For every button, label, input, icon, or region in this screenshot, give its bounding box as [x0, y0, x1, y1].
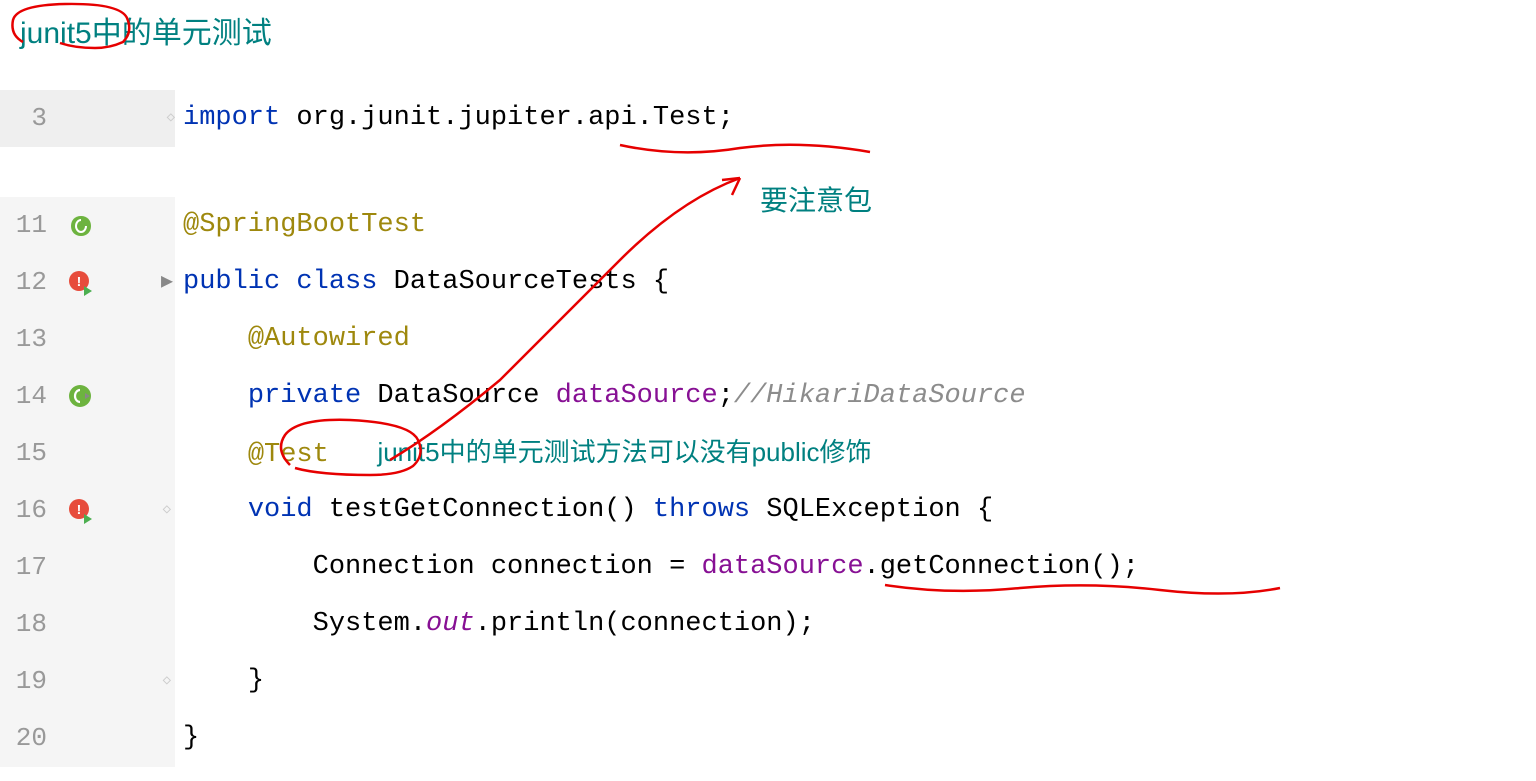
- code-text: .println(connection);: [475, 609, 815, 639]
- code-content[interactable]: System.out.println(connection);: [175, 596, 815, 653]
- method-name: testGetConnection(): [313, 495, 653, 525]
- gutter[interactable]: 17: [0, 539, 175, 596]
- class-name: Test: [653, 103, 718, 133]
- line-number: 18: [0, 596, 55, 653]
- brace: }: [248, 666, 264, 696]
- gutter[interactable]: 16 ! ◇: [0, 482, 175, 539]
- run-marker-icon[interactable]: ▶: [161, 254, 173, 311]
- code-line-11[interactable]: 11 @SpringBootTest: [0, 197, 1536, 254]
- gutter[interactable]: 12 ! ▶: [0, 254, 175, 311]
- code-line-12[interactable]: 12 ! ▶ public class DataSourceTests {: [0, 254, 1536, 311]
- code-content[interactable]: Connection connection = dataSource.getCo…: [175, 539, 1139, 596]
- keyword-class: class: [280, 267, 377, 297]
- brace: {: [653, 267, 669, 297]
- line-number: 20: [0, 710, 55, 767]
- code-content[interactable]: void testGetConnection() throws SQLExcep…: [175, 482, 993, 539]
- gutter[interactable]: 14: [0, 368, 175, 425]
- line-number: 19: [0, 653, 55, 710]
- code-text: .getConnection();: [864, 552, 1139, 582]
- code-line-20[interactable]: 20 }: [0, 710, 1536, 767]
- line-number: 14: [0, 368, 55, 425]
- run-test-icon[interactable]: !: [67, 269, 95, 297]
- code-content[interactable]: public class DataSourceTests {: [175, 254, 669, 311]
- expand-icon[interactable]: ◇: [167, 90, 175, 147]
- line-number: 16: [0, 482, 55, 539]
- gutter[interactable]: 3 ◇: [0, 90, 175, 147]
- code-content[interactable]: import org.junit.jupiter.api.Test;: [175, 90, 734, 147]
- code-content[interactable]: @SpringBootTest: [175, 197, 426, 254]
- code-line-18[interactable]: 18 System.out.println(connection);: [0, 596, 1536, 653]
- code-line-15[interactable]: 15 @Test junit5中的单元测试方法可以没有public修饰: [0, 425, 1536, 482]
- code-content[interactable]: @Autowired: [175, 311, 410, 368]
- line-number: 13: [0, 311, 55, 368]
- gutter[interactable]: 18: [0, 596, 175, 653]
- code-content[interactable]: @Test junit5中的单元测试方法可以没有public修饰: [175, 424, 872, 484]
- code-content[interactable]: }: [175, 710, 199, 767]
- comment: //HikariDataSource: [734, 381, 1026, 411]
- keyword-private: private: [248, 381, 361, 411]
- code-editor[interactable]: 3 ◇ import org.junit.jupiter.api.Test; 1…: [0, 90, 1536, 767]
- line-number: 15: [0, 425, 55, 482]
- svg-text:!: !: [75, 503, 83, 519]
- code-line-19[interactable]: 19 ◇ }: [0, 653, 1536, 710]
- code-line-14[interactable]: 14 private DataSource dataSource;//Hikar…: [0, 368, 1536, 425]
- annotation-autowired: @Autowired: [248, 324, 410, 354]
- gutter[interactable]: 19 ◇: [0, 653, 175, 710]
- type-name: DataSource: [361, 381, 555, 411]
- bean-nav-icon[interactable]: [67, 383, 95, 411]
- gutter[interactable]: 15: [0, 425, 175, 482]
- annotation-springboottest: @SpringBootTest: [183, 210, 426, 240]
- code-line-17[interactable]: 17 Connection connection = dataSource.ge…: [0, 539, 1536, 596]
- code-line-13[interactable]: 13 @Autowired: [0, 311, 1536, 368]
- annotation-test: @Test: [248, 440, 329, 470]
- svg-text:!: !: [75, 275, 83, 291]
- gutter[interactable]: 11: [0, 197, 175, 254]
- line-number: 11: [0, 197, 55, 254]
- package-path: org.junit.jupiter.api.: [280, 103, 653, 133]
- code-line-3[interactable]: 3 ◇ import org.junit.jupiter.api.Test;: [0, 90, 1536, 147]
- code-text: Connection connection =: [313, 552, 702, 582]
- field-name: dataSource: [556, 381, 718, 411]
- gutter[interactable]: 13: [0, 311, 175, 368]
- keyword-import: import: [183, 103, 280, 133]
- brace: {: [977, 495, 993, 525]
- field-ref: dataSource: [702, 552, 864, 582]
- semicolon: ;: [718, 103, 734, 133]
- code-content[interactable]: private DataSource dataSource;//HikariDa…: [175, 368, 1026, 425]
- brace: }: [183, 723, 199, 753]
- title-section: junit5中的单元测试: [0, 0, 1536, 60]
- line-number: 3: [0, 90, 55, 147]
- keyword-void: void: [248, 495, 313, 525]
- exception-name: SQLException: [750, 495, 977, 525]
- line-number: 17: [0, 539, 55, 596]
- keyword-public: public: [183, 267, 280, 297]
- note-junit5-public: junit5中的单元测试方法可以没有public修饰: [377, 437, 871, 467]
- spring-leaf-icon[interactable]: [67, 212, 95, 240]
- hand-circle-title: [5, 0, 135, 52]
- semicolon: ;: [718, 381, 734, 411]
- fold-icon[interactable]: ◇: [163, 482, 171, 539]
- class-name: DataSourceTests: [377, 267, 652, 297]
- code-line-16[interactable]: 16 ! ◇ void testGetConnection() throws S…: [0, 482, 1536, 539]
- code-content[interactable]: }: [175, 653, 264, 710]
- line-number: 12: [0, 254, 55, 311]
- code-text: System.: [313, 609, 426, 639]
- run-test-icon[interactable]: !: [67, 497, 95, 525]
- static-field-out: out: [426, 609, 475, 639]
- gutter[interactable]: 20: [0, 710, 175, 767]
- keyword-throws: throws: [653, 495, 750, 525]
- fold-icon[interactable]: ◇: [163, 653, 171, 710]
